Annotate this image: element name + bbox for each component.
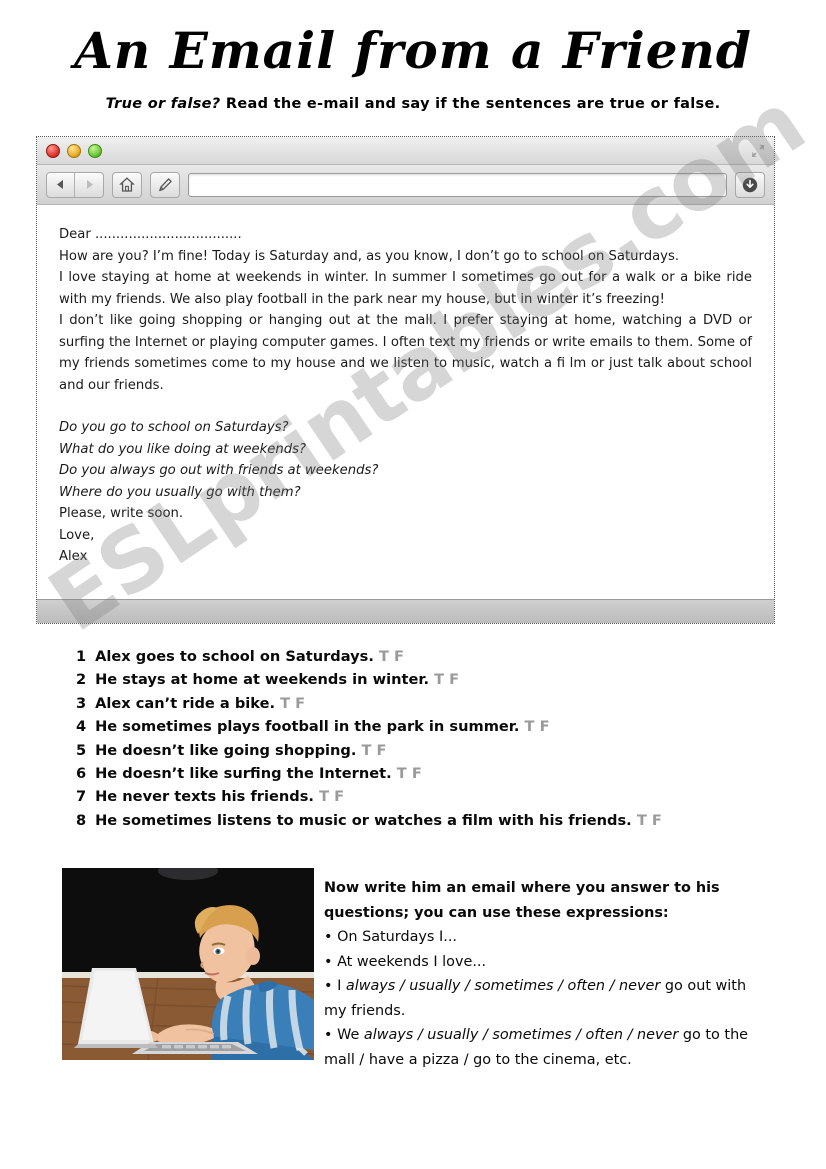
true-false-list: 1 Alex goes to school on Saturdays. T F …	[76, 645, 776, 832]
instruction-rest: Read the e-mail and say if the sentences…	[220, 96, 721, 112]
browser-toolbar	[37, 165, 774, 205]
forward-arrow-icon	[86, 180, 93, 189]
instruction-line: True or false? Read the e-mail and say i…	[0, 96, 826, 112]
instruction-lead: True or false?	[105, 96, 221, 112]
minimize-button[interactable]	[67, 144, 81, 158]
browser-window: Dear ...................................…	[36, 136, 775, 624]
email-closing-2: Love,	[59, 527, 95, 543]
browser-titlebar	[37, 137, 774, 165]
tf-number: 5	[76, 741, 87, 759]
tf-statement: Alex can’t ride a bike.	[95, 694, 276, 712]
tf-answer-options[interactable]: T F	[280, 695, 305, 712]
download-button[interactable]	[735, 171, 765, 198]
back-button[interactable]	[47, 172, 76, 197]
tf-statement: He doesn’t like surfing the Internet.	[95, 765, 392, 783]
address-bar[interactable]	[188, 172, 727, 197]
tf-answer-options[interactable]: T F	[319, 788, 344, 805]
home-button[interactable]	[112, 171, 142, 198]
tf-number: 7	[76, 788, 87, 806]
email-para1-line1: How are you? I’m fine! Today is Saturday…	[59, 248, 680, 264]
tf-row-4: 4 He sometimes plays football in the par…	[76, 715, 776, 738]
page-title: An Email from a Friend	[74, 21, 752, 80]
tf-statement: He sometimes listens to music or watches…	[95, 811, 632, 829]
task-bullet-3-pre: • I	[324, 978, 346, 994]
tf-answer-options[interactable]: T F	[637, 812, 662, 829]
photo-illustration	[62, 868, 314, 1060]
task-bullet-1: • On Saturdays I...	[324, 929, 457, 945]
email-spacer	[59, 396, 752, 417]
tf-statement: He doesn’t like going shopping.	[95, 741, 357, 759]
email-para2: I don’t like going shopping or hanging o…	[59, 313, 752, 393]
email-para1-line2: I love staying at home at weekends in wi…	[59, 270, 752, 307]
task-bullet-4: • We always / usually / sometimes / ofte…	[324, 1023, 754, 1072]
tf-answer-options[interactable]: T F	[379, 648, 404, 665]
tf-row-6: 6 He doesn’t like surfing the Internet. …	[76, 762, 776, 785]
edit-button[interactable]	[150, 171, 180, 198]
tf-statement: He sometimes plays football in the park …	[95, 718, 520, 736]
tf-answer-options[interactable]: T F	[434, 671, 459, 688]
tf-number: 1	[76, 648, 87, 665]
tf-row-1: 1 Alex goes to school on Saturdays. T F	[76, 645, 776, 668]
tf-number: 6	[76, 765, 87, 783]
email-question-4: Where do you usually go with them?	[59, 484, 301, 500]
task-heading-line1: Now write him an email where you answer …	[324, 880, 720, 896]
forward-button[interactable]	[75, 173, 103, 197]
tf-statement: He never texts his friends.	[95, 788, 314, 806]
tf-answer-options[interactable]: T F	[362, 742, 387, 759]
task-bullet-3-adverbs: always / usually / sometimes / often / n…	[345, 978, 661, 994]
email-question-2: What do you like doing at weekends?	[59, 441, 306, 457]
tf-row-5: 5 He doesn’t like going shopping. T F	[76, 739, 776, 762]
tf-number: 4	[76, 718, 87, 736]
email-closing-1: Please, write soon.	[59, 506, 184, 521]
photo-boy-with-laptop	[62, 868, 314, 1060]
email-question-3: Do you always go out with friends at wee…	[59, 463, 379, 478]
email-greeting: Dear ...................................	[59, 227, 242, 242]
task-bullet-4-adverbs: always / usually / sometimes / often / n…	[363, 1027, 679, 1043]
home-icon	[119, 176, 135, 192]
zoom-button[interactable]	[88, 144, 102, 158]
resize-icon[interactable]	[750, 143, 766, 159]
tf-answer-options[interactable]: T F	[525, 718, 550, 735]
window-controls	[46, 144, 102, 158]
tf-row-3: 3 Alex can’t ride a bike. T F	[76, 692, 776, 715]
task-heading-line2: questions; you can use these expressions…	[324, 904, 669, 921]
close-button[interactable]	[46, 144, 60, 158]
task-bullet-4-pre: • We	[324, 1027, 364, 1043]
task-bullet-3: • I always / usually / sometimes / often…	[324, 974, 754, 1023]
tf-number: 3	[76, 694, 87, 712]
tf-statement: Alex goes to school on Saturdays.	[95, 648, 374, 665]
tf-row-2: 2 He stays at home at weekends in winter…	[76, 668, 776, 691]
email-signature: Alex	[59, 549, 88, 564]
browser-statusbar	[37, 599, 774, 623]
pen-icon	[159, 177, 172, 191]
tf-statement: He stays at home at weekends in winter.	[95, 671, 430, 689]
task-bullet-2: • At weekends I love...	[324, 953, 487, 970]
tf-number: 8	[76, 811, 87, 829]
tf-number: 2	[76, 671, 87, 689]
tf-answer-options[interactable]: T F	[397, 765, 422, 782]
tf-row-7: 7 He never texts his friends. T F	[76, 785, 776, 808]
download-icon	[742, 177, 758, 192]
back-arrow-icon	[57, 180, 63, 189]
writing-task: Now write him an email where you answer …	[324, 876, 754, 1072]
nav-button-group	[46, 171, 104, 198]
email-content: Dear ...................................…	[37, 206, 774, 599]
email-question-1: Do you go to school on Saturdays?	[59, 420, 289, 435]
tf-row-8: 8 He sometimes listens to music or watch…	[76, 809, 776, 832]
